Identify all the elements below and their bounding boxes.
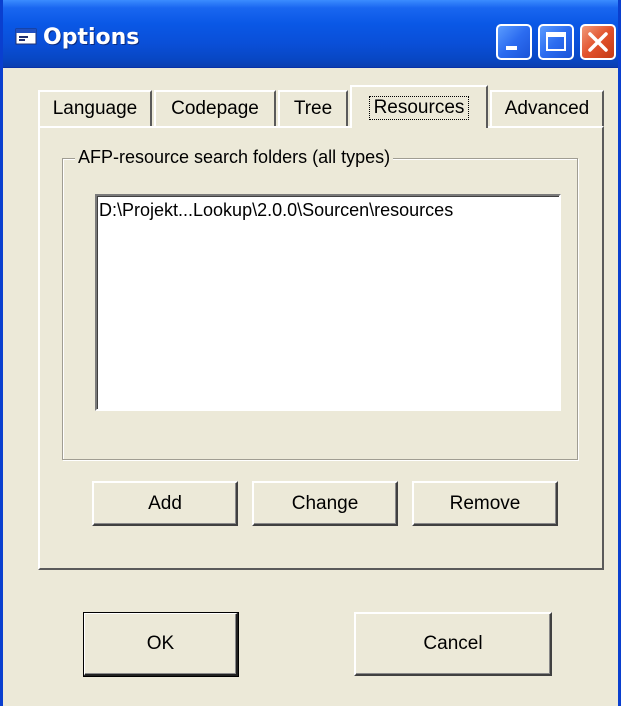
- cancel-button[interactable]: Cancel: [354, 612, 552, 676]
- tab-label: Language: [52, 98, 138, 119]
- tab-label: Codepage: [171, 98, 259, 119]
- resources-tab-panel: AFP-resource search folders (all types) …: [38, 126, 604, 570]
- options-dialog: Options Language Codepage Tree Resources…: [0, 0, 621, 706]
- tab-tree[interactable]: Tree: [278, 90, 348, 126]
- change-button-label: Change: [291, 492, 359, 514]
- tab-language[interactable]: Language: [38, 90, 152, 126]
- search-folders-group: AFP-resource search folders (all types) …: [62, 147, 578, 460]
- group-label: AFP-resource search folders (all types): [75, 147, 394, 168]
- ok-button-label: OK: [146, 633, 175, 654]
- window-title: Options: [43, 25, 140, 50]
- tab-advanced[interactable]: Advanced: [490, 90, 604, 126]
- add-button[interactable]: Add: [92, 481, 238, 526]
- ok-button[interactable]: OK: [83, 612, 239, 677]
- tab-codepage[interactable]: Codepage: [154, 90, 276, 126]
- app-window-icon: [15, 28, 37, 45]
- close-icon: [588, 32, 608, 52]
- maximize-button[interactable]: [538, 24, 574, 60]
- close-button[interactable]: [580, 24, 616, 60]
- change-button[interactable]: Change: [252, 481, 398, 526]
- tab-label: Tree: [293, 98, 333, 119]
- cancel-button-label: Cancel: [423, 633, 483, 654]
- list-item[interactable]: D:\Projekt...Lookup\2.0.0\Sourcen\resour…: [99, 200, 453, 221]
- add-button-label: Add: [148, 492, 182, 514]
- minimize-button[interactable]: [496, 24, 532, 60]
- tab-label: Advanced: [504, 98, 590, 119]
- tab-label: Resources: [368, 95, 470, 120]
- maximize-icon: [546, 32, 566, 51]
- folder-list[interactable]: D:\Projekt...Lookup\2.0.0\Sourcen\resour…: [95, 194, 561, 411]
- title-bar[interactable]: Options: [3, 0, 618, 68]
- tab-resources[interactable]: Resources: [350, 85, 488, 128]
- minimize-icon: [506, 46, 517, 50]
- remove-button[interactable]: Remove: [412, 481, 558, 526]
- remove-button-label: Remove: [449, 492, 521, 514]
